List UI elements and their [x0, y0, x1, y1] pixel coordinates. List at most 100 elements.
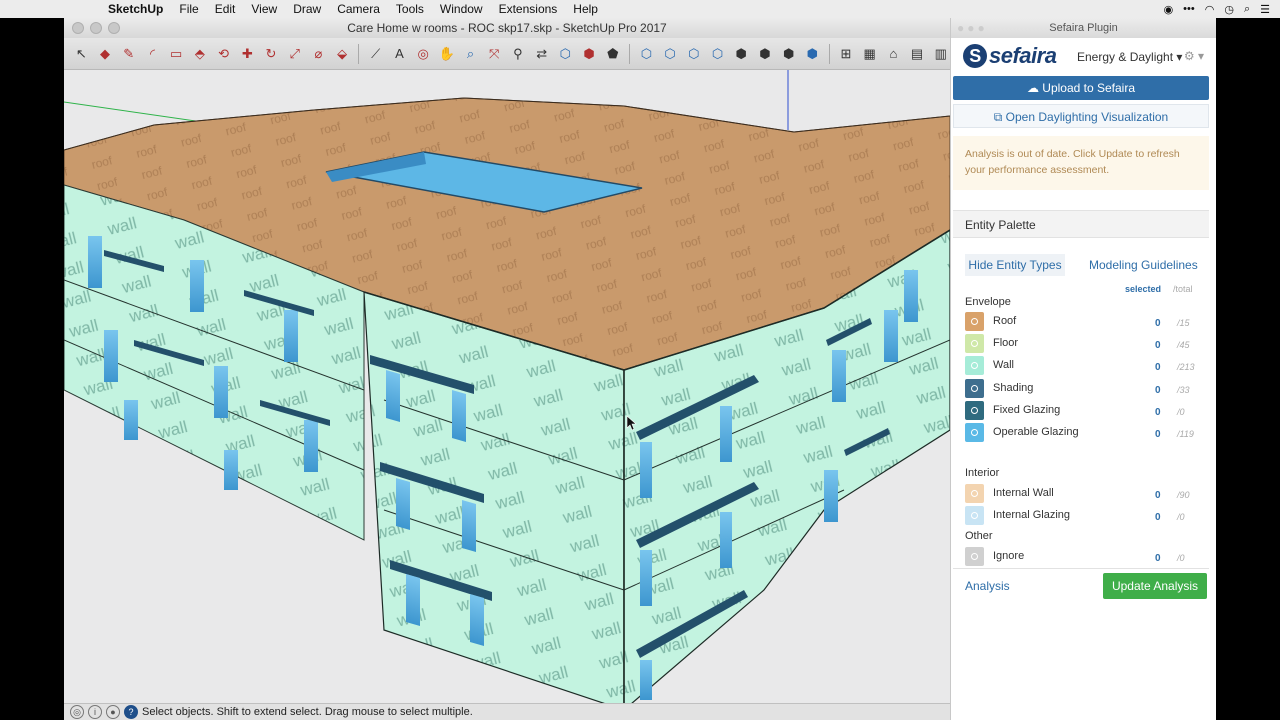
entity-palette-header: Entity Palette	[953, 210, 1209, 238]
upload-to-sefaira-button[interactable]: ☁ Upload to Sefaira	[953, 76, 1209, 100]
tape-measure-tool-icon[interactable]: ⌀	[309, 44, 328, 64]
modeling-viewport[interactable]: wall roof	[64, 70, 950, 703]
entity-row-shading[interactable]: Shading 0 /33	[965, 379, 1205, 399]
home-icon[interactable]: ⌂	[884, 44, 903, 64]
scenes-icon[interactable]: ▥	[931, 44, 950, 64]
entity-row-operable-glazing[interactable]: Operable Glazing 0 /119	[965, 423, 1205, 443]
rectangle-tool-icon[interactable]: ▭	[167, 44, 186, 64]
extension-tool-icon[interactable]: ⬟	[603, 44, 622, 64]
analysis-link[interactable]: Analysis	[965, 579, 1010, 593]
fixed-glazing-swatch-icon[interactable]	[965, 401, 984, 420]
pan-tool-icon[interactable]: ✋	[437, 44, 456, 64]
hide-entity-types-button[interactable]: Hide Entity Types	[965, 254, 1065, 276]
internal-wall-swatch-icon[interactable]	[965, 484, 984, 503]
operable-glazing-swatch-icon[interactable]	[965, 423, 984, 442]
plugin-title: Sefaira Plugin	[1049, 22, 1118, 34]
text-tool-icon[interactable]: A	[390, 44, 409, 64]
orbit-tool-icon[interactable]: ◎	[414, 44, 433, 64]
main-toolbar: ↖ ◆ ✎ ◜ ▭ ⬘ ⟲ ✚ ↻ ⤢ ⌀ ⬙ ⟋ A ◎ ✋ ⌕ ⤧ ⚲ ⇄ …	[64, 38, 950, 70]
dimension-tool-icon[interactable]: ⟋	[366, 44, 385, 64]
menu-window[interactable]: Window	[432, 0, 491, 18]
view-front-icon[interactable]: ⬡	[684, 44, 703, 64]
more-icon[interactable]: •••	[1183, 3, 1195, 15]
view-iso-icon[interactable]: ⬡	[637, 44, 656, 64]
menu-tools[interactable]: Tools	[388, 0, 432, 18]
roof-swatch-icon[interactable]	[965, 312, 984, 331]
entity-row-roof[interactable]: Roof 0 /15	[965, 312, 1205, 332]
sefaira-toolbar-icon[interactable]: ⊞	[837, 44, 856, 64]
entity-row-internal-glazing[interactable]: Internal Glazing 0 /0	[965, 506, 1205, 526]
notifications-icon[interactable]: ☰	[1260, 3, 1270, 16]
entity-row-floor[interactable]: Floor 0 /45	[965, 334, 1205, 354]
entity-row-internal-wall[interactable]: Internal Wall 0 /90	[965, 484, 1205, 504]
toolbar-separator	[629, 43, 631, 64]
view-right-icon[interactable]: ⬡	[708, 44, 727, 64]
plugin-window-controls[interactable]: ●●●	[957, 18, 988, 38]
entity-row-wall[interactable]: Wall 0 /213	[965, 356, 1205, 376]
floor-swatch-icon[interactable]	[965, 334, 984, 353]
warehouse-tool-icon[interactable]: ⬢	[580, 44, 599, 64]
spotlight-icon[interactable]: ⌕	[1244, 3, 1250, 16]
walk-tool-icon[interactable]: ⚲	[509, 44, 528, 64]
analysis-mode-value: Energy & Daylight	[1077, 50, 1174, 64]
menu-edit[interactable]: Edit	[207, 0, 244, 18]
arc-tool-icon[interactable]: ◜	[143, 44, 162, 64]
help-icon[interactable]: ?	[124, 705, 138, 719]
clock-icon[interactable]: ◷	[1224, 3, 1234, 16]
menu-app[interactable]: SketchUp	[100, 0, 171, 18]
internal-glazing-swatch-icon[interactable]	[965, 506, 984, 525]
gear-icon[interactable]: ⚙ ▾	[1184, 49, 1204, 63]
offset-tool-icon[interactable]: ⟲	[214, 44, 233, 64]
close-window-button[interactable]	[72, 22, 84, 34]
entity-total-count: /0	[1177, 407, 1185, 417]
open-daylighting-button[interactable]: ⧉ Open Daylighting Visualization	[953, 104, 1209, 128]
update-analysis-button[interactable]: Update Analysis	[1103, 573, 1207, 599]
style-wireframe-icon[interactable]: ⬢	[756, 44, 775, 64]
menu-draw[interactable]: Draw	[285, 0, 329, 18]
style-xray-icon[interactable]: ⬢	[732, 44, 751, 64]
line-tool-icon[interactable]: ✎	[119, 44, 138, 64]
geo-location-icon[interactable]: ◎	[70, 705, 84, 719]
menu-view[interactable]: View	[243, 0, 285, 18]
paint-bucket-tool-icon[interactable]: ⬙	[333, 44, 352, 64]
credits-icon[interactable]: i	[88, 705, 102, 719]
zoom-extents-tool-icon[interactable]: ⤧	[485, 44, 504, 64]
scale-tool-icon[interactable]: ⤢	[285, 44, 304, 64]
external-link-icon: ⧉	[993, 110, 1006, 124]
rotate-tool-icon[interactable]: ↻	[262, 44, 281, 64]
user-icon[interactable]: ●	[106, 705, 120, 719]
menu-file[interactable]: File	[171, 0, 206, 18]
component-tool-icon[interactable]: ⬡	[556, 44, 575, 64]
building-model[interactable]: wall roof	[64, 70, 950, 703]
select-tool-icon[interactable]: ↖	[72, 44, 91, 64]
entity-total-count: /213	[1177, 362, 1195, 372]
modeling-guidelines-link[interactable]: Modeling Guidelines	[1089, 254, 1198, 276]
screen-bezel-right	[1216, 18, 1280, 720]
zoom-window-button[interactable]	[108, 22, 120, 34]
entity-row-fixed-glazing[interactable]: Fixed Glazing 0 /0	[965, 401, 1205, 421]
view-top-icon[interactable]: ⬡	[661, 44, 680, 64]
move-tool-icon[interactable]: ✚	[238, 44, 257, 64]
layers-icon[interactable]: ▤	[908, 44, 927, 64]
sefaira-settings-icon[interactable]: ▦	[860, 44, 879, 64]
section-plane-tool-icon[interactable]: ⇄	[532, 44, 551, 64]
eraser-tool-icon[interactable]: ◆	[96, 44, 115, 64]
style-shaded-icon[interactable]: ⬢	[779, 44, 798, 64]
style-textured-icon[interactable]: ⬢	[803, 44, 822, 64]
push-pull-tool-icon[interactable]: ⬘	[191, 44, 210, 64]
entity-row-ignore[interactable]: Ignore 0 /0	[965, 547, 1205, 567]
record-icon[interactable]: ◉	[1164, 3, 1174, 16]
sefaira-plugin-panel: ●●● Sefaira Plugin S sefaira Energy & Da…	[950, 18, 1216, 720]
ignore-swatch-icon[interactable]	[965, 547, 984, 566]
wall-swatch-icon[interactable]	[965, 356, 984, 375]
entity-selected-count: 0	[1155, 429, 1161, 440]
analysis-mode-dropdown[interactable]: Energy & Daylight ▾	[1077, 50, 1182, 64]
menu-extensions[interactable]: Extensions	[491, 0, 566, 18]
menu-camera[interactable]: Camera	[329, 0, 388, 18]
entity-total-count: /45	[1177, 340, 1190, 350]
menu-help[interactable]: Help	[565, 0, 606, 18]
zoom-tool-icon[interactable]: ⌕	[461, 44, 480, 64]
wifi-icon[interactable]: ◠	[1205, 3, 1215, 16]
minimize-window-button[interactable]	[90, 22, 102, 34]
shading-swatch-icon[interactable]	[965, 379, 984, 398]
